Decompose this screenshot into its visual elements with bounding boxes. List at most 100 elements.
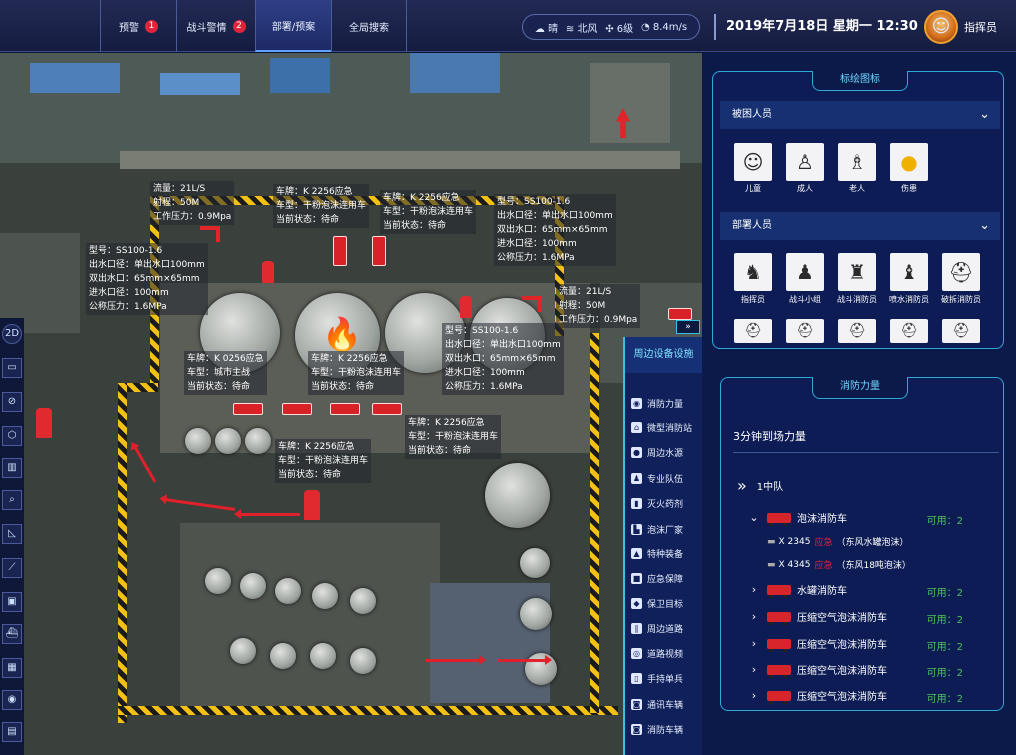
small-tank[interactable] [350,588,376,614]
search-icon[interactable]: ⌕ [2,490,22,510]
elderly-icon[interactable]: ♗ [838,143,876,181]
small-tank[interactable] [230,638,256,664]
facility-fire-vehicles[interactable]: ◙ 消防车辆 [631,719,701,739]
collapse-panel-button[interactable]: » [676,320,700,334]
facility-fire-force[interactable]: ◉ 消防力量 [631,393,701,413]
legend-item-label: 战斗小组 [789,295,821,304]
small-tank[interactable] [205,568,231,594]
small-tank[interactable] [310,643,336,669]
storage-tank[interactable] [520,548,550,578]
tab-deployment[interactable]: 部署/预案 [255,0,331,52]
fire-truck-marker[interactable] [668,308,692,320]
measure-area-icon[interactable]: ⊘ [2,392,22,412]
facility-emergency-support[interactable]: ■ 应急保障 [631,568,701,588]
storage-tank[interactable] [485,463,550,528]
avatar[interactable]: ☺ [924,10,958,44]
tab-global-search[interactable]: 全局搜索 [331,0,407,52]
route-arrow [165,498,235,511]
small-tank[interactable] [245,428,271,454]
fire-hydrant-marker[interactable] [36,408,52,438]
small-tank[interactable] [185,428,211,454]
target-icon[interactable]: ◉ [2,690,22,710]
force-frame: 3分钟到场力量 » 1中队 ⌄ 泡沫消防车 可用：2 ▬ X 2345 应急 （… [720,377,1004,711]
2d-toggle-button[interactable]: 2D [2,324,22,344]
truck-info-popup: 车牌：K 2256应急 车型：干粉泡沫连用车 当前状态：待命 [380,190,477,234]
facility-special-equipment[interactable]: ▲ 特种装备 [631,543,701,563]
trapped-section-header[interactable]: 被困人员 ⌄ [720,101,1000,129]
demolition-firefighter-icon[interactable]: ⛑ [942,253,980,291]
vehicle-group-foam[interactable]: ⌄ 泡沫消防车 [747,510,847,526]
adult-icon[interactable]: ♙ [786,143,824,181]
small-tank[interactable] [270,643,296,669]
deployed-section-header[interactable]: 部署人员 ⌄ [720,212,1000,240]
fire-truck-marker[interactable] [330,403,360,415]
tab-combat-alert[interactable]: 战斗警情 2 [176,0,255,52]
facility-handheld[interactable]: ▯ 手持单兵 [631,668,701,688]
cube-icon[interactable]: ⬡ [2,426,22,446]
facility-water-source[interactable]: ● 周边水源 [631,442,701,462]
vehicle-group[interactable]: › 水罐消防车 [747,582,847,598]
facility-extinguishing-agent[interactable]: ▮ 灭火药剂 [631,493,701,513]
storage-tank[interactable] [525,653,557,685]
fire-truck-marker[interactable] [333,236,347,266]
vehicle-group[interactable]: › 压缩空气泡沫消防车 [747,688,887,704]
truck-info-popup: 车牌：K 2256应急 车型：干粉泡沫连用车 当前状态：待命 [273,184,370,228]
helmet-icon[interactable]: ⛑ [890,319,928,343]
helmet-icon[interactable]: ⛑ [838,319,876,343]
helmet-icon[interactable]: ⛑ [942,319,980,343]
facility-foam-factory[interactable]: ▙ 泡沫厂家 [631,519,701,539]
facility-professional-team[interactable]: ♟ 专业队伍 [631,468,701,488]
facility-protected-target[interactable]: ◆ 保卫目标 [631,593,701,613]
vehicle-item[interactable]: ▬ X 4345 应急 （东风18吨泡沫） [767,558,911,572]
vehicle-group[interactable]: › 压缩空气泡沫消防车 [747,636,887,652]
facility-comm-vehicles[interactable]: ◙ 通讯车辆 [631,694,701,714]
ruler-icon[interactable]: ▥ [2,458,22,478]
commander-icon[interactable]: ♞ [734,253,772,291]
facility-road-video[interactable]: ◎ 道路视频 [631,643,701,663]
water-cannon-marker[interactable] [200,226,220,242]
small-tank[interactable] [312,583,338,609]
vehicle-item[interactable]: ▬ X 2345 应急 （东风水罐泡沫） [767,535,908,549]
spray-firefighter-icon[interactable]: ♝ [890,253,928,291]
water-cannon-marker[interactable] [522,296,542,312]
layer-icon[interactable]: ▭ [2,358,22,378]
storage-tank[interactable] [520,598,552,630]
fire-truck-marker[interactable] [372,403,402,415]
boat-icon[interactable]: ⛴ [2,624,22,644]
fire-truck-marker[interactable] [372,236,386,266]
chevron-right-icon: › [751,663,757,676]
fire-truck-marker[interactable] [282,403,312,415]
small-tank[interactable] [275,578,301,604]
tab-alert[interactable]: 预警 1 [100,0,176,52]
fire-hydrant-marker[interactable] [304,490,320,520]
vehicle-group[interactable]: › 压缩空气泡沫消防车 [747,662,887,678]
facility-micro-station[interactable]: ⌂ 微型消防站 [631,417,701,437]
fire-hydrant-marker[interactable] [460,296,472,318]
legend-item-label: 儿童 [745,184,761,193]
grid-icon[interactable]: ▦ [2,658,22,678]
facility-label: 消防力量 [647,399,684,410]
report-icon[interactable]: ▤ [2,722,22,742]
vehicle-group[interactable]: › 压缩空气泡沫消防车 [747,609,887,625]
small-tank[interactable] [240,573,266,599]
fire-hydrant-marker[interactable] [262,261,274,283]
chart-icon[interactable]: ▣ [2,592,22,612]
combat-firefighter-icon[interactable]: ♜ [838,253,876,291]
map-view[interactable]: 🔥 流量：21L/S 射程：50M 工作压力：0.9Mpa 车牌：K 2256应… [0,53,702,755]
facility-nearby-roads[interactable]: ∥ 周边道路 [631,618,701,638]
line-icon[interactable]: ⟋ [2,558,22,578]
helmet-icon[interactable]: ⛑ [786,319,824,343]
facility-label: 消防车辆 [647,725,684,736]
username[interactable]: 指挥员 [964,19,997,35]
injured-icon[interactable]: ● [890,143,928,181]
combat-team-icon[interactable]: ♟ [786,253,824,291]
helmet-icon[interactable]: ⛑ [734,319,772,343]
team-row[interactable]: » 1中队 [737,476,783,495]
chevron-down-icon: ⌄ [979,218,990,233]
small-tank[interactable] [350,648,376,674]
angle-icon[interactable]: ◺ [2,524,22,544]
fire-truck-marker[interactable] [233,403,263,415]
fire-icon[interactable]: 🔥 [322,315,362,353]
small-tank[interactable] [215,428,241,454]
child-icon[interactable]: ☺ [734,143,772,181]
